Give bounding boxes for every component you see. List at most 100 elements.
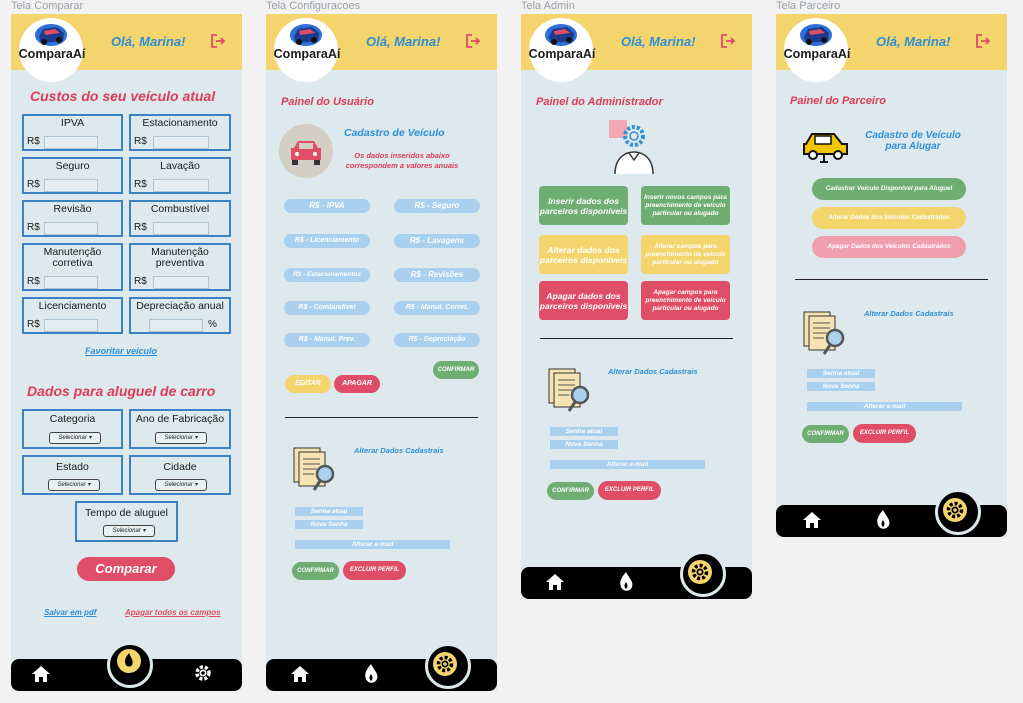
logout-icon[interactable] xyxy=(211,34,225,48)
alterar-email-field[interactable]: Alterar e-mail xyxy=(550,460,705,469)
confirmar-button[interactable]: CONFIRMAR xyxy=(547,482,594,500)
alterar-parceiros-button[interactable]: Alterar dados dos parceiros disponíveis xyxy=(539,235,628,274)
pill-depreciacao[interactable]: R$ - Depreciação xyxy=(394,333,480,347)
home-icon[interactable] xyxy=(31,665,51,683)
favoritar-link[interactable]: Favoritar veículo xyxy=(85,346,157,356)
pill-seguro[interactable]: R$ - Seguro xyxy=(394,199,480,213)
car-logo-icon xyxy=(545,24,577,46)
compare-flame-icon[interactable] xyxy=(116,648,142,674)
currency-label: R$ xyxy=(134,179,147,190)
pill-lavagens[interactable]: R$ - Lavagens xyxy=(394,234,480,248)
field-label: Tempo de aluguel xyxy=(85,507,168,519)
apagar-veiculos-button[interactable]: Apagar Dados dos Veículos Cadastrados xyxy=(812,236,966,258)
gear-active-icon[interactable] xyxy=(432,651,458,677)
greeting: Olá, Marina! xyxy=(621,34,696,49)
pill-manut-corret[interactable]: R$ - Manut. Corret. xyxy=(394,301,480,315)
field-licenciamento[interactable]: Licenciamento R$ xyxy=(22,297,123,334)
nova-senha-field[interactable]: Nova Senha xyxy=(550,440,618,449)
field-lavacao[interactable]: Lavação R$ xyxy=(129,157,231,194)
pill-ipva[interactable]: R$ - IPVA xyxy=(284,199,370,213)
field-combustivel[interactable]: Combustível R$ xyxy=(129,200,231,237)
car-logo-icon xyxy=(800,24,832,46)
licenciamento-input[interactable] xyxy=(44,319,98,332)
comparar-button[interactable]: Comparar xyxy=(77,557,175,581)
field-seguro[interactable]: Seguro R$ xyxy=(22,157,123,194)
field-ano[interactable]: Ano de Fabricação Selecionar ▾ xyxy=(129,409,231,449)
alterar-email-field[interactable]: Alterar e-mail xyxy=(807,402,962,411)
screen-admin: ComparaAí Olá, Marina! Painel do Adminis… xyxy=(521,14,752,599)
apagar-button[interactable]: APAGAR xyxy=(334,375,380,393)
flame-icon[interactable] xyxy=(362,663,380,685)
home-icon[interactable] xyxy=(545,573,565,591)
currency-label: R$ xyxy=(27,276,40,287)
apagar-parceiros-button[interactable]: Apagar dados dos parceiros disponíveis xyxy=(539,281,628,320)
manutencao-preventiva-input[interactable] xyxy=(153,276,209,289)
cidade-select[interactable]: Selecionar ▾ xyxy=(155,479,207,491)
alterar-campos-button[interactable]: Alterar campos para preenchimento de veí… xyxy=(641,235,730,274)
field-tempo[interactable]: Tempo de aluguel Selecionar ▾ xyxy=(75,501,178,542)
tempo-select[interactable]: Selecionar ▾ xyxy=(103,525,155,537)
field-revisao[interactable]: Revisão R$ xyxy=(22,200,123,237)
revisao-input[interactable] xyxy=(44,222,98,235)
ano-select[interactable]: Selecionar ▾ xyxy=(155,432,207,444)
alterar-veiculos-button[interactable]: Alterar Dados dos Veículos Cadastrados xyxy=(812,207,966,229)
pill-estacionamentos[interactable]: R$ - Estacionamentos xyxy=(284,268,370,282)
currency-label: R$ xyxy=(27,136,40,147)
apagar-campos-button[interactable]: Apagar campos para preenchimento de veíc… xyxy=(641,281,730,320)
categoria-select[interactable]: Selecionar ▾ xyxy=(49,432,101,444)
inserir-parceiros-button[interactable]: Inserir dados dos parceiros disponíveis xyxy=(539,186,628,225)
ipva-input[interactable] xyxy=(44,136,98,149)
confirmar-button[interactable]: CONFIRMAR xyxy=(433,361,479,379)
currency-label: R$ xyxy=(134,276,147,287)
excluir-perfil-button[interactable]: EXCLUIR PERFIL xyxy=(598,481,661,500)
field-categoria[interactable]: Categoria Selecionar ▾ xyxy=(22,409,123,449)
gear-active-icon[interactable] xyxy=(687,559,713,585)
flame-icon[interactable] xyxy=(874,509,892,531)
currency-label: R$ xyxy=(134,136,147,147)
lavacao-input[interactable] xyxy=(153,179,209,192)
flame-icon[interactable] xyxy=(617,571,635,593)
apagar-campos-link[interactable]: Apagar todos os campos xyxy=(125,608,221,617)
excluir-perfil-button[interactable]: EXCLUIR PERFIL xyxy=(343,561,406,580)
excluir-perfil-button[interactable]: EXCLUIR PERFIL xyxy=(853,424,916,443)
pill-manut-prev[interactable]: R$ - Manut. Prev. xyxy=(284,333,370,347)
cadastrar-veiculo-button[interactable]: Cadastrar Veículo Disponível para Alugue… xyxy=(812,178,966,200)
estado-select[interactable]: Selecionar ▾ xyxy=(48,479,100,491)
confirmar-button[interactable]: CONFIRMAR xyxy=(802,425,849,443)
inserir-campos-button[interactable]: Inserir novos campos para preenchimento … xyxy=(641,186,730,225)
home-icon[interactable] xyxy=(290,665,310,683)
field-cidade[interactable]: Cidade Selecionar ▾ xyxy=(129,455,231,495)
field-depreciacao[interactable]: Depreciação anual % xyxy=(129,297,231,334)
nova-senha-field[interactable]: Nova Senha xyxy=(807,382,875,391)
pill-combustivel[interactable]: R$ - Combustível xyxy=(284,301,370,315)
field-estacionamento[interactable]: Estacionamento R$ xyxy=(129,114,231,151)
estacionamento-input[interactable] xyxy=(153,136,209,149)
logo-text: ComparaAí xyxy=(18,47,86,61)
greeting: Olá, Marina! xyxy=(876,34,951,49)
salvar-pdf-link[interactable]: Salvar em pdf xyxy=(44,608,96,617)
screen-comparar: ComparaAí Olá, Marina! Custos do seu veí… xyxy=(11,14,242,691)
confirmar-senha-button[interactable]: CONFIRMAR xyxy=(292,562,339,580)
logout-icon[interactable] xyxy=(466,34,480,48)
seguro-input[interactable] xyxy=(44,179,98,192)
editar-button[interactable]: EDITAR xyxy=(285,375,331,393)
manutencao-corretiva-input[interactable] xyxy=(44,276,98,289)
field-ipva[interactable]: IPVA R$ xyxy=(22,114,123,151)
alterar-email-field[interactable]: Alterar e-mail xyxy=(295,540,450,549)
gear-active-icon[interactable] xyxy=(942,497,968,523)
depreciacao-input[interactable] xyxy=(149,319,203,332)
senha-atual-field[interactable]: Senha atual xyxy=(550,427,618,436)
pill-revisoes[interactable]: R$ - Revisões xyxy=(394,268,480,282)
senha-atual-field[interactable]: Senha atual xyxy=(295,507,363,516)
logout-icon[interactable] xyxy=(721,34,735,48)
field-estado[interactable]: Estado Selecionar ▾ xyxy=(22,455,123,495)
gear-icon[interactable] xyxy=(193,663,213,683)
combustivel-input[interactable] xyxy=(153,222,209,235)
home-icon[interactable] xyxy=(802,511,822,529)
field-manutencao-preventiva[interactable]: Manutenção preventiva R$ xyxy=(129,243,231,291)
pill-licenciamento[interactable]: R$ - Licenciamento xyxy=(284,234,370,248)
field-manutencao-corretiva[interactable]: Manutenção corretiva R$ xyxy=(22,243,123,291)
logout-icon[interactable] xyxy=(976,34,990,48)
senha-atual-field[interactable]: Senha atual xyxy=(807,369,875,378)
nova-senha-field[interactable]: Nova Senha xyxy=(295,520,363,529)
